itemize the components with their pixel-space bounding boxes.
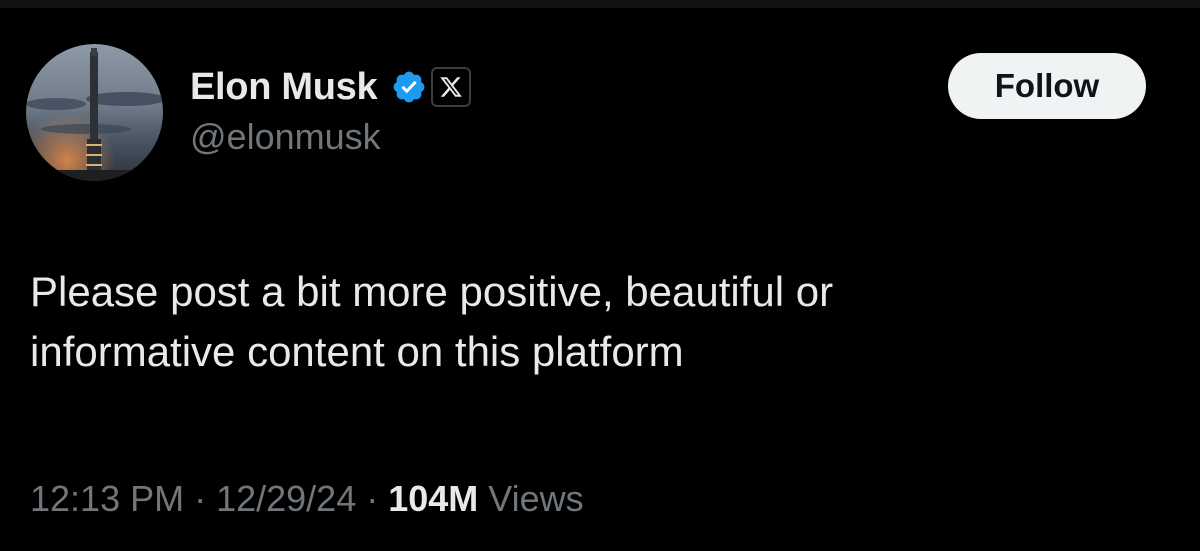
tweet-date[interactable]: 12/29/24 <box>216 478 356 520</box>
tweet-meta: 12:13 PM · 12/29/24 · 104M Views <box>30 478 584 520</box>
tweet-text-line: Please post a bit more positive, beautif… <box>30 268 834 315</box>
author-handle[interactable]: @elonmusk <box>190 116 381 158</box>
tweet-card: Elon Musk @elonmusk Follow Please post a… <box>0 0 1200 551</box>
avatar-image <box>26 44 163 181</box>
tweet-text-line: informative content on this platform <box>30 328 684 375</box>
author-name-row: Elon Musk <box>190 62 472 112</box>
author-display-name[interactable]: Elon Musk <box>190 66 378 109</box>
follow-button[interactable]: Follow <box>948 53 1146 119</box>
views-count[interactable]: 104M <box>388 478 478 520</box>
meta-separator: · <box>194 478 207 519</box>
tweet-text: Please post a bit more positive, beautif… <box>30 262 1150 382</box>
meta-separator: · <box>366 478 379 519</box>
tweet-time[interactable]: 12:13 PM <box>30 478 184 520</box>
avatar[interactable] <box>26 44 163 181</box>
x-logo-icon[interactable] <box>431 67 472 107</box>
views-label: Views <box>488 478 584 519</box>
verified-badge-icon[interactable] <box>391 69 427 105</box>
